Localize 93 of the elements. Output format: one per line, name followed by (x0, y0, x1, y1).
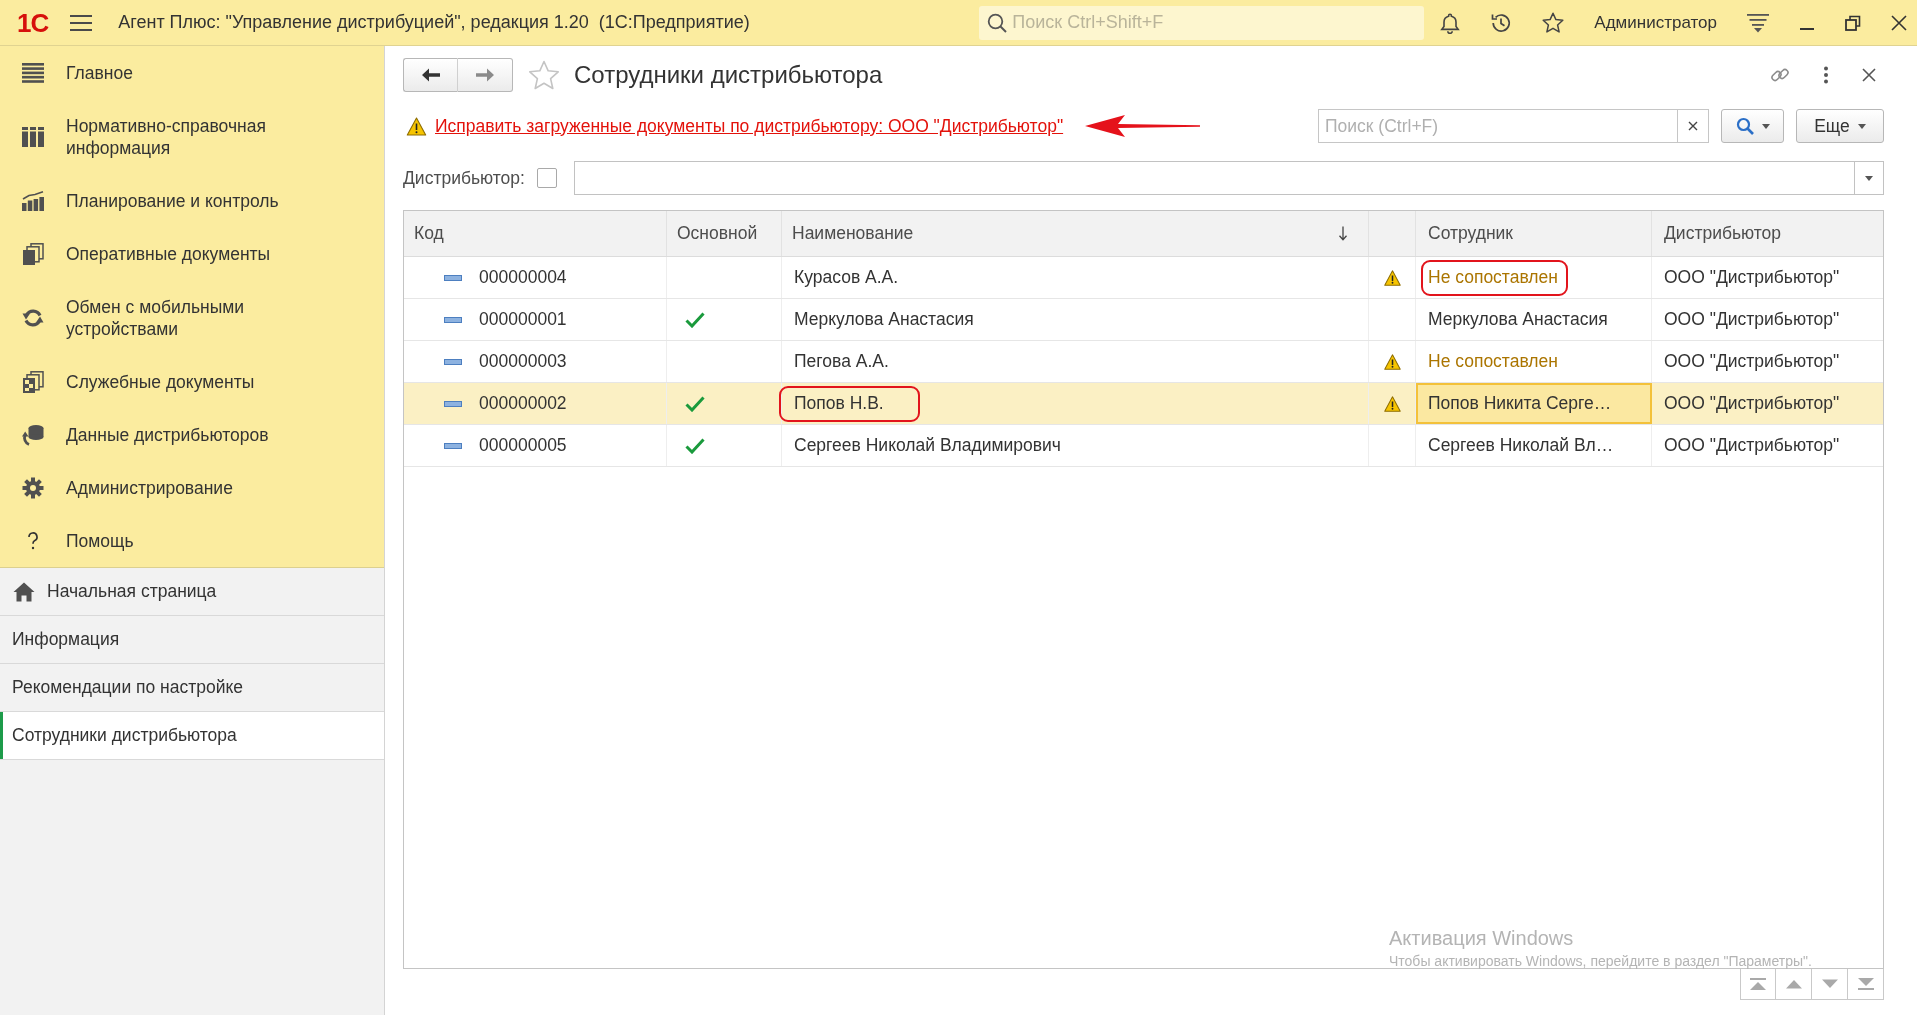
search-icon (987, 12, 1008, 33)
sidebar-item[interactable]: Администрирование (0, 461, 384, 514)
table-row[interactable]: 000000002 Попов Н.В. Попов Никита Серге… ООО "Дистрибьютор" (404, 383, 1883, 425)
employee-name: Не сопоставлен (1428, 351, 1558, 372)
bar-icon (444, 316, 462, 323)
employee-name: Меркулова Анастасия (1428, 309, 1608, 330)
caret-icon (1865, 175, 1873, 181)
columns-icon (22, 126, 44, 147)
bar-icon (444, 400, 462, 407)
menu-icon[interactable] (70, 14, 93, 31)
form-title: Сотрудники дистрибьютора (574, 61, 883, 89)
home-icon (13, 581, 35, 602)
search-field[interactable]: Поиск Ctrl+Shift+F (979, 5, 1425, 40)
documents-icon (22, 370, 44, 393)
item-code: 000000004 (479, 267, 567, 288)
arrow-right-icon (476, 68, 494, 82)
full-name: Попов Н.В. (794, 393, 884, 414)
full-name: Пегова А.А. (794, 351, 889, 372)
open-window-tab[interactable]: Сотрудники дистрибьютора (0, 712, 384, 760)
sidebar-item[interactable]: Обмен с мобильными устройствами (0, 280, 384, 355)
sidebar-item[interactable]: Оперативные документы (0, 227, 384, 280)
activation-title: Активация Windows (1389, 926, 1575, 950)
item-code: 000000002 (479, 393, 567, 414)
search-button[interactable] (1721, 109, 1784, 143)
close-icon (1688, 121, 1698, 131)
sidebar-item[interactable]: Нормативно-справочная информация (0, 99, 384, 174)
close-icon[interactable] (1891, 14, 1907, 31)
distributor-name: ООО "Дистрибьютор" (1664, 393, 1840, 414)
sidebar-item[interactable]: Планирование и контроль (0, 174, 384, 227)
activation-text: Чтобы активировать Windows, перейдите в раздел "Параметры". (1389, 952, 1812, 970)
current-cell[interactable]: Попов Никита Серге… (1416, 383, 1652, 424)
full-name: Курасов А.А. (794, 267, 899, 288)
filter-label: Дистрибьютор: (403, 167, 525, 189)
bar-chart-icon (22, 190, 44, 211)
documents-icon (22, 242, 44, 265)
app-logo: 1С (17, 7, 49, 38)
bell-icon[interactable] (1440, 11, 1461, 34)
sidebar-item[interactable]: Данные дистрибьюторов (0, 408, 384, 461)
employee-name: Сергеев Николай Вл… (1428, 435, 1614, 456)
table-row[interactable]: 000000005 Сергеев Николай Владимирович Сергеев Николай Вл… ООО "Дистрибьютор" (404, 425, 1883, 467)
column-header[interactable]: Дистрибьютор (1652, 211, 1883, 256)
open-window-tab[interactable]: Начальная страница (0, 568, 384, 616)
close-icon[interactable] (1862, 68, 1876, 82)
distributor-name: ООО "Дистрибьютор" (1664, 351, 1840, 372)
table-row[interactable]: 000000001 Меркулова Анастасия Меркулова Анастасия ООО "Дистрибьютор" (404, 299, 1883, 341)
search-icon (1735, 117, 1754, 135)
window-title: Агент Плюс: "Управление дистрибуцией", редакция 1.20 (1С:Предприятие) (118, 12, 750, 33)
item-code: 000000003 (479, 351, 567, 372)
distributor-field[interactable] (573, 161, 1854, 195)
distributor-name: ООО "Дистрибьютор" (1664, 309, 1840, 330)
more-icon[interactable] (1823, 66, 1829, 84)
sidebar-item[interactable]: Помощь (0, 514, 384, 567)
distributor-name: ООО "Дистрибьютор" (1664, 267, 1840, 288)
search-field[interactable]: Поиск (Ctrl+F) (1318, 109, 1677, 143)
lines-caret-icon[interactable] (1747, 12, 1769, 33)
item-code: 000000005 (479, 435, 567, 456)
question-icon (26, 530, 40, 551)
distributor-name: ООО "Дистрибьютор" (1664, 435, 1840, 456)
open-window-tab[interactable]: Информация (0, 616, 384, 664)
caret-icon (1761, 123, 1770, 129)
back-button[interactable] (403, 58, 458, 92)
full-name: Сергеев Николай Владимирович (794, 435, 1061, 456)
warning-icon (406, 116, 427, 136)
item-code: 000000001 (479, 309, 567, 330)
gear-icon (22, 476, 44, 499)
full-name: Меркулова Анастасия (794, 309, 974, 330)
employee-name: Не сопоставлен (1428, 267, 1558, 288)
fix-documents-link[interactable]: Исправить загруженные документы по дистрибьютору: ООО "Дистрибьютор" (435, 115, 1064, 137)
checkbox[interactable] (536, 168, 557, 188)
column-header[interactable]: Код (404, 211, 667, 256)
user-name[interactable]: Администратор (1594, 12, 1717, 33)
sidebar-item[interactable]: Служебные документы (0, 355, 384, 408)
list-icon (22, 62, 44, 83)
table-row[interactable]: 000000004 Курасов А.А. Не сопоставлен ООО "Дистрибьютор" (404, 257, 1883, 299)
sidebar-item[interactable]: Главное (0, 46, 384, 99)
database-icon (22, 423, 44, 446)
more-button[interactable]: Еще (1796, 109, 1884, 143)
column-header[interactable]: Основной (667, 211, 782, 256)
employee-name: Попов Никита Серге… (1428, 393, 1612, 414)
history-icon[interactable] (1490, 11, 1513, 34)
caret-icon (1857, 123, 1866, 129)
triangle-up-icon (1783, 979, 1804, 989)
arrow-left-icon (421, 68, 440, 82)
bar-icon (444, 274, 462, 281)
bar-icon (444, 442, 462, 449)
column-header[interactable]: Наименование (782, 211, 1369, 256)
restore-icon[interactable] (1845, 14, 1861, 31)
last-icon (1855, 976, 1876, 992)
column-header[interactable]: Сотрудник (1416, 211, 1652, 256)
bar-icon (444, 358, 462, 365)
arrow-icon (1085, 114, 1201, 138)
star-icon[interactable] (1542, 12, 1565, 33)
first-icon (1748, 976, 1768, 992)
